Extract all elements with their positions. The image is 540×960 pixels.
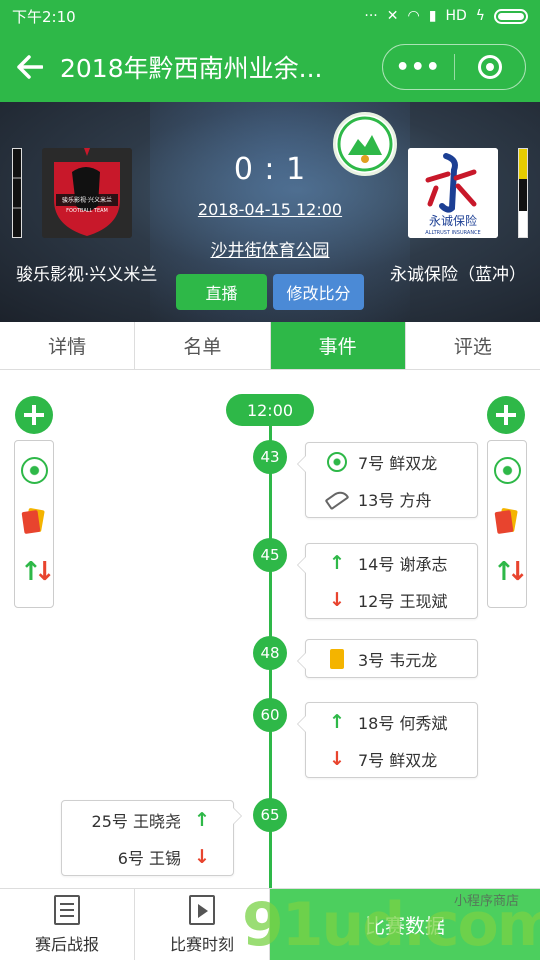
charging-icon: ϟ bbox=[475, 8, 485, 24]
event-card[interactable]: 7号 鲜双龙 13号 方舟 bbox=[297, 442, 478, 518]
event-row: ↑ 18号 何秀斌 bbox=[306, 703, 477, 740]
event-minute-badge: 48 bbox=[253, 636, 287, 670]
event-card[interactable]: 25号 王晓尧 ↑ 6号 王锡 ↓ bbox=[61, 800, 242, 876]
network-type: HD bbox=[445, 8, 467, 24]
event-player: 12号 王现斌 bbox=[358, 591, 448, 611]
event-row: 3号 韦元龙 bbox=[306, 640, 477, 677]
goal-ball-icon[interactable] bbox=[21, 457, 48, 484]
event-card[interactable]: 3号 韦元龙 bbox=[297, 639, 478, 678]
event-row: ↓ 7号 鲜双龙 bbox=[306, 740, 477, 777]
match-data-label: 比赛数据 bbox=[365, 914, 445, 938]
match-moments-label: 比赛时刻 bbox=[169, 934, 234, 954]
cards-icon[interactable] bbox=[494, 507, 518, 535]
sub-in-arrow-icon: ↑ bbox=[329, 710, 345, 733]
league-emblem-icon bbox=[333, 112, 397, 176]
tab-roster[interactable]: 名单 bbox=[135, 322, 271, 369]
cards-icon[interactable] bbox=[21, 507, 45, 535]
event-card[interactable]: ↑ 18号 何秀斌 ↓ 7号 鲜双龙 bbox=[297, 702, 478, 778]
tab-details[interactable]: 详情 bbox=[0, 322, 136, 369]
start-time-badge: 12:00 bbox=[226, 394, 314, 426]
battery-icon bbox=[494, 8, 528, 24]
add-away-event-button[interactable] bbox=[487, 396, 525, 434]
home-team-logo[interactable]: 骏乐影视·兴义米兰 FOOTBALL TEAM bbox=[42, 148, 132, 238]
event-row: 7号 鲜双龙 bbox=[306, 443, 477, 480]
goal-ball-icon bbox=[326, 451, 348, 473]
event-row: ↑ 14号 谢承志 bbox=[306, 544, 477, 581]
event-player: 25号 王晓尧 bbox=[91, 811, 181, 831]
match-venue[interactable]: 沙井街体育公园 bbox=[180, 236, 360, 261]
event-player: 7号 鲜双龙 bbox=[358, 453, 438, 473]
event-row: ↓ 12号 王现斌 bbox=[306, 581, 477, 618]
match-datetime[interactable]: 2018-04-15 12:00 bbox=[180, 200, 360, 219]
away-event-tools: ↑↓ bbox=[487, 440, 528, 608]
add-home-event-button[interactable] bbox=[15, 396, 53, 434]
mute-icon: ✕ bbox=[386, 8, 399, 24]
home-kit-stripe bbox=[12, 148, 22, 238]
close-circle-icon[interactable] bbox=[455, 55, 526, 79]
sub-out-arrow-icon: ↓ bbox=[329, 588, 345, 611]
edit-score-button[interactable]: 修改比分 bbox=[273, 274, 364, 310]
goal-ball-icon[interactable] bbox=[494, 457, 521, 484]
tab-events[interactable]: 事件 bbox=[270, 322, 406, 369]
status-bar: 下午2:10 ··· ✕ ◠ ▮ HD ϟ bbox=[0, 0, 540, 32]
event-minute-badge: 65 bbox=[253, 798, 287, 832]
event-minute-badge: 60 bbox=[253, 698, 287, 732]
match-data-button[interactable]: 比赛数据 bbox=[270, 889, 540, 960]
substitution-icon[interactable]: ↑↓ bbox=[20, 557, 55, 587]
away-logo-sub: ALLTRUST INSURANCE bbox=[425, 230, 480, 236]
more-dots-icon[interactable]: ••• bbox=[383, 55, 454, 80]
home-logo-text: 骏乐影视·兴义米兰 bbox=[62, 196, 112, 204]
home-team-name: 骏乐影视·兴义米兰 bbox=[16, 265, 158, 285]
yellow-card-icon bbox=[326, 648, 348, 670]
event-player: 13号 方舟 bbox=[358, 490, 432, 510]
status-icons: ··· ✕ ◠ ▮ HD ϟ bbox=[364, 8, 528, 24]
match-score: 0 : 1 bbox=[233, 152, 307, 187]
signal-icon: ▮ bbox=[428, 8, 437, 24]
tab-bar: 详情 名单 事件 评选 bbox=[0, 322, 540, 370]
post-match-report-button[interactable]: 赛后战报 bbox=[0, 889, 135, 960]
page-title: 2018年黔西南州业余... bbox=[60, 54, 323, 83]
event-player: 14号 谢承志 bbox=[358, 554, 448, 574]
event-player: 7号 鲜双龙 bbox=[358, 750, 438, 770]
report-doc-icon bbox=[54, 894, 80, 925]
away-kit-stripe bbox=[518, 148, 528, 238]
match-banner: 骏乐影视·兴义米兰 FOOTBALL TEAM 永诚保险 ALLTRUST IN… bbox=[0, 102, 540, 322]
app-bar: 2018年黔西南州业余... ••• bbox=[0, 32, 540, 102]
back-arrow-icon[interactable] bbox=[0, 32, 60, 102]
event-minute-badge: 43 bbox=[253, 440, 287, 474]
video-film-icon bbox=[189, 894, 215, 925]
bottom-bar: 赛后战报 比赛时刻 比赛数据 bbox=[0, 888, 540, 960]
live-button[interactable]: 直播 bbox=[176, 274, 267, 310]
away-team-name: 永诚保险（蓝冲） bbox=[390, 265, 526, 285]
event-row: 25号 王晓尧 ↑ bbox=[62, 801, 233, 838]
wifi-icon: ◠ bbox=[407, 8, 420, 24]
sub-out-arrow-icon: ↓ bbox=[194, 845, 210, 868]
event-timeline: 12:00 ↑↓ ↑↓ 43 7号 鲜双龙 13号 方舟 45 ↑ 14号 谢承志… bbox=[0, 370, 540, 890]
post-match-report-label: 赛后战报 bbox=[34, 934, 99, 954]
assist-boot-icon bbox=[324, 487, 350, 510]
event-player: 3号 韦元龙 bbox=[358, 650, 438, 670]
event-player: 18号 何秀斌 bbox=[358, 713, 448, 733]
away-team-logo[interactable]: 永诚保险 ALLTRUST INSURANCE bbox=[408, 148, 498, 238]
event-minute-badge: 45 bbox=[253, 538, 287, 572]
substitution-icon[interactable]: ↑↓ bbox=[493, 557, 528, 587]
event-row: 6号 王锡 ↓ bbox=[62, 838, 233, 875]
sub-in-arrow-icon: ↑ bbox=[329, 551, 345, 574]
home-logo-sub: FOOTBALL TEAM bbox=[66, 208, 108, 214]
event-row: 13号 方舟 bbox=[306, 480, 477, 517]
match-moments-button[interactable]: 比赛时刻 bbox=[135, 889, 270, 960]
event-player: 6号 王锡 bbox=[117, 848, 181, 868]
away-logo-text: 永诚保险 bbox=[429, 213, 477, 228]
home-event-tools: ↑↓ bbox=[14, 440, 55, 608]
event-card[interactable]: ↑ 14号 谢承志 ↓ 12号 王现斌 bbox=[297, 543, 478, 619]
miniprogram-capsule: ••• bbox=[382, 44, 526, 90]
tab-vote[interactable]: 评选 bbox=[405, 322, 540, 369]
sub-out-arrow-icon: ↓ bbox=[329, 747, 345, 770]
sub-in-arrow-icon: ↑ bbox=[194, 808, 210, 831]
status-time: 下午2:10 bbox=[12, 7, 76, 26]
notification-dots-icon: ··· bbox=[364, 8, 378, 24]
